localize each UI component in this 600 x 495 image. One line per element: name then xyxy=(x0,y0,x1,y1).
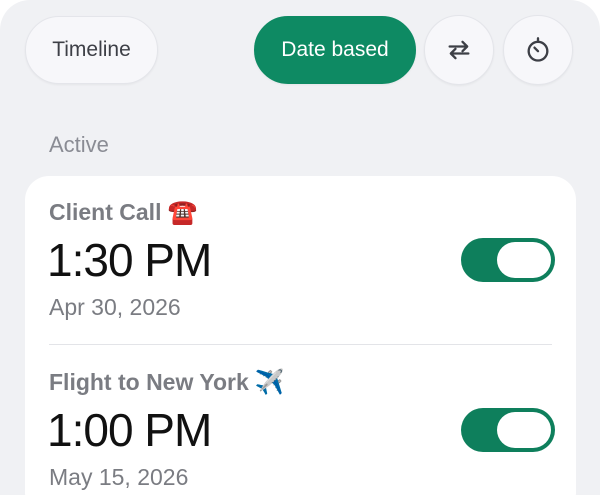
alarm-date: Apr 30, 2026 xyxy=(49,294,181,320)
airplane-icon: ✈️ xyxy=(254,369,285,396)
repeat-icon xyxy=(448,40,470,60)
tab-timeline-label: Timeline xyxy=(52,38,131,61)
app-screen: Timeline Date based Active Client Call ☎… xyxy=(0,0,600,495)
alarm-title: Flight to New York xyxy=(49,369,249,395)
tab-date-based-label: Date based xyxy=(281,38,389,61)
repeat-button[interactable] xyxy=(424,15,494,85)
toggle-knob xyxy=(497,242,551,278)
alarm-date: May 15, 2026 xyxy=(49,464,189,490)
alarm-title-line: Flight to New York ✈️ xyxy=(49,368,285,397)
tab-timeline[interactable]: Timeline xyxy=(25,16,158,84)
section-title-active: Active xyxy=(49,132,109,157)
timer-button[interactable] xyxy=(503,15,573,85)
alarm-toggle[interactable] xyxy=(461,408,555,452)
alarm-toggle[interactable] xyxy=(461,238,555,282)
alarm-title-line: Client Call ☎️ xyxy=(49,198,197,227)
telephone-icon: ☎️ xyxy=(167,199,198,226)
alarm-item[interactable]: Flight to New York ✈️ 1:00 PM May 15, 20… xyxy=(25,346,576,495)
toggle-knob xyxy=(497,412,551,448)
alarm-time: 1:30 PM xyxy=(47,234,212,286)
alarm-list-card: Client Call ☎️ 1:30 PM Apr 30, 2026 Flig… xyxy=(25,176,576,495)
alarm-title: Client Call xyxy=(49,199,162,225)
alarm-item[interactable]: Client Call ☎️ 1:30 PM Apr 30, 2026 xyxy=(25,176,576,345)
timer-icon xyxy=(527,37,549,62)
tab-date-based[interactable]: Date based xyxy=(254,16,416,84)
alarm-time: 1:00 PM xyxy=(47,404,212,456)
divider xyxy=(49,344,552,345)
